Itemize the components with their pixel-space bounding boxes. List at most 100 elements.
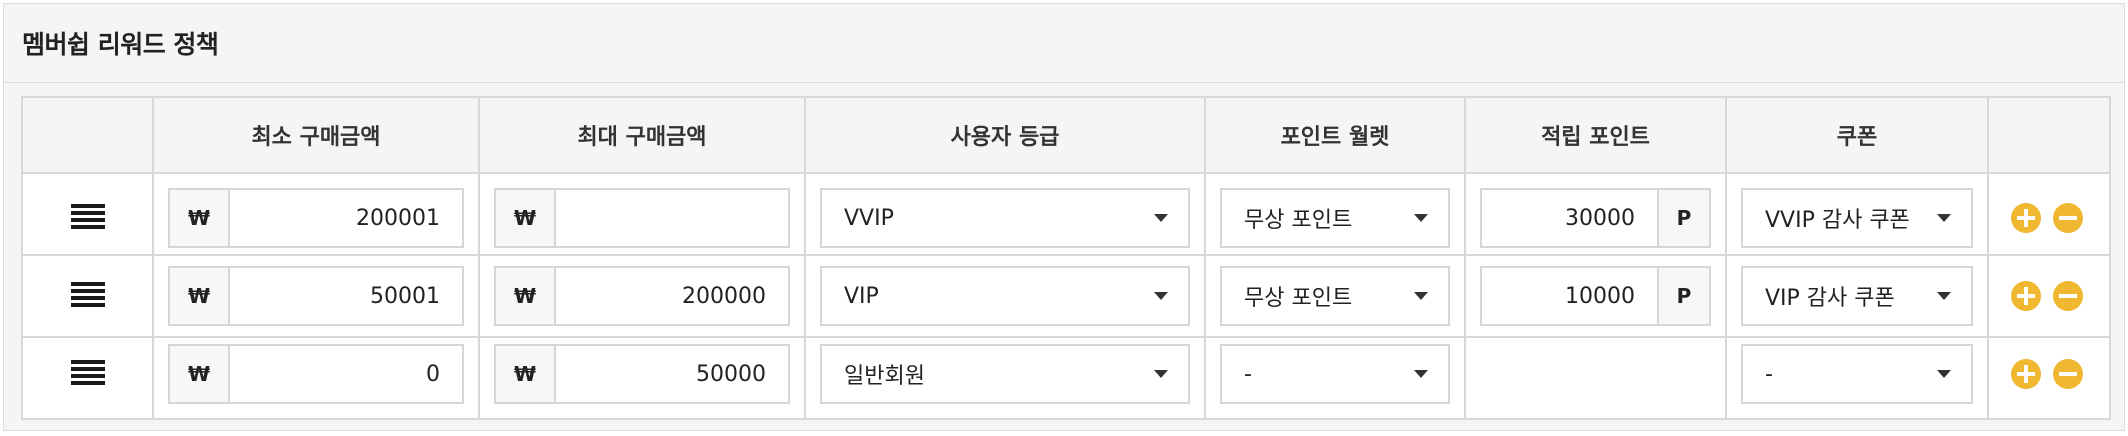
max-amount-cell: ₩ [478, 254, 806, 338]
user-grade-select[interactable]: 일반회원 [820, 344, 1190, 404]
point-unit-addon: P [1657, 188, 1711, 248]
plus-circle-icon[interactable] [2011, 203, 2041, 233]
earned-points-input[interactable] [1480, 266, 1657, 326]
coupon-cell: - [1725, 336, 1989, 420]
drag-handle-icon[interactable] [70, 202, 105, 230]
coupon-value: - [1765, 361, 1773, 387]
point-wallet-select[interactable]: - [1220, 344, 1450, 404]
plus-circle-icon[interactable] [2011, 281, 2041, 311]
user-grade-value: VVIP [844, 205, 894, 231]
max-amount-group: ₩ [494, 266, 790, 326]
header-point-wallet: 포인트 월렛 [1204, 96, 1466, 174]
user-grade-value: 일반회원 [844, 364, 925, 389]
coupon-select[interactable]: VIP 감사 쿠폰 [1741, 266, 1973, 326]
table-header-row: 최소 구매금액 최대 구매금액 사용자 등급 포인트 월렛 적립 포인트 쿠폰 [21, 96, 2111, 174]
min-amount-input[interactable] [228, 266, 464, 326]
table-row: ₩ ₩ VIP [21, 254, 2111, 338]
header-drag [21, 96, 154, 174]
point-wallet-cell: - [1204, 336, 1466, 420]
currency-addon: ₩ [494, 344, 554, 404]
drag-cell [21, 172, 154, 256]
drag-handle-icon[interactable] [70, 358, 105, 386]
max-amount-cell: ₩ [478, 336, 806, 420]
earned-points-cell: P [1464, 254, 1727, 338]
chevron-down-icon [1154, 370, 1168, 378]
max-amount-group: ₩ [494, 344, 790, 404]
min-amount-cell: ₩ [152, 254, 480, 338]
header-min-amount: 최소 구매금액 [152, 96, 480, 174]
point-wallet-value: - [1244, 361, 1252, 387]
chevron-down-icon [1414, 292, 1428, 300]
min-amount-input[interactable] [228, 188, 464, 248]
user-grade-select[interactable]: VVIP [820, 188, 1190, 248]
minus-circle-icon[interactable] [2053, 359, 2083, 389]
action-cell [1987, 172, 2111, 256]
user-grade-select[interactable]: VIP [820, 266, 1190, 326]
currency-addon: ₩ [494, 266, 554, 326]
reward-policy-table: 최소 구매금액 최대 구매금액 사용자 등급 포인트 월렛 적립 포인트 쿠폰 [21, 96, 2111, 420]
earned-points-input[interactable] [1480, 188, 1657, 248]
max-amount-input[interactable] [554, 344, 790, 404]
min-amount-cell: ₩ [152, 336, 480, 420]
coupon-select[interactable]: - [1741, 344, 1973, 404]
coupon-value: VVIP 감사 쿠폰 [1765, 208, 1910, 233]
drag-cell [21, 254, 154, 338]
minus-circle-icon[interactable] [2053, 281, 2083, 311]
minus-circle-icon[interactable] [2053, 203, 2083, 233]
max-amount-group: ₩ [494, 188, 790, 248]
header-actions [1987, 96, 2111, 174]
action-cell [1987, 254, 2111, 338]
chevron-down-icon [1154, 292, 1168, 300]
plus-circle-icon[interactable] [2011, 359, 2041, 389]
currency-addon: ₩ [494, 188, 554, 248]
point-wallet-select[interactable]: 무상 포인트 [1220, 266, 1450, 326]
user-grade-cell: 일반회원 [804, 336, 1206, 420]
chevron-down-icon [1414, 214, 1428, 222]
chevron-down-icon [1937, 370, 1951, 378]
user-grade-value: VIP [844, 283, 879, 309]
point-wallet-cell: 무상 포인트 [1204, 172, 1466, 256]
header-user-grade: 사용자 등급 [804, 96, 1206, 174]
currency-addon: ₩ [168, 188, 228, 248]
header-coupon: 쿠폰 [1725, 96, 1989, 174]
max-amount-input[interactable] [554, 188, 790, 248]
header-max-amount: 최대 구매금액 [478, 96, 806, 174]
chevron-down-icon [1937, 292, 1951, 300]
panel-title: 멤버쉽 리워드 정책 [22, 30, 219, 59]
chevron-down-icon [1414, 370, 1428, 378]
min-amount-group: ₩ [168, 266, 464, 326]
membership-reward-panel: 멤버쉽 리워드 정책 최소 구매금액 최대 구매금액 사용자 등급 포인트 월렛… [3, 3, 2125, 431]
drag-cell [21, 336, 154, 420]
action-cell [1987, 336, 2111, 420]
max-amount-cell: ₩ [478, 172, 806, 256]
min-amount-input[interactable] [228, 344, 464, 404]
earned-points-group: P [1480, 188, 1711, 248]
max-amount-input[interactable] [554, 266, 790, 326]
point-wallet-value: 무상 포인트 [1244, 286, 1353, 311]
point-wallet-select[interactable]: 무상 포인트 [1220, 188, 1450, 248]
earned-points-cell: P [1464, 172, 1727, 256]
coupon-cell: VVIP 감사 쿠폰 [1725, 172, 1989, 256]
coupon-cell: VIP 감사 쿠폰 [1725, 254, 1989, 338]
coupon-value: VIP 감사 쿠폰 [1765, 286, 1895, 311]
table-row: ₩ ₩ VVIP [21, 172, 2111, 256]
table-row: ₩ ₩ 일반회원 [21, 336, 2111, 420]
coupon-select[interactable]: VVIP 감사 쿠폰 [1741, 188, 1973, 248]
header-earned-points: 적립 포인트 [1464, 96, 1727, 174]
panel-header: 멤버쉽 리워드 정책 [4, 4, 2124, 83]
chevron-down-icon [1154, 214, 1168, 222]
drag-handle-icon[interactable] [70, 280, 105, 308]
point-wallet-cell: 무상 포인트 [1204, 254, 1466, 338]
min-amount-cell: ₩ [152, 172, 480, 256]
point-wallet-value: 무상 포인트 [1244, 208, 1353, 233]
earned-points-cell [1464, 336, 1727, 420]
point-unit-addon: P [1657, 266, 1711, 326]
currency-addon: ₩ [168, 266, 228, 326]
chevron-down-icon [1937, 214, 1951, 222]
currency-addon: ₩ [168, 344, 228, 404]
min-amount-group: ₩ [168, 188, 464, 248]
user-grade-cell: VVIP [804, 172, 1206, 256]
user-grade-cell: VIP [804, 254, 1206, 338]
min-amount-group: ₩ [168, 344, 464, 404]
panel-body: 최소 구매금액 최대 구매금액 사용자 등급 포인트 월렛 적립 포인트 쿠폰 [4, 83, 2124, 420]
